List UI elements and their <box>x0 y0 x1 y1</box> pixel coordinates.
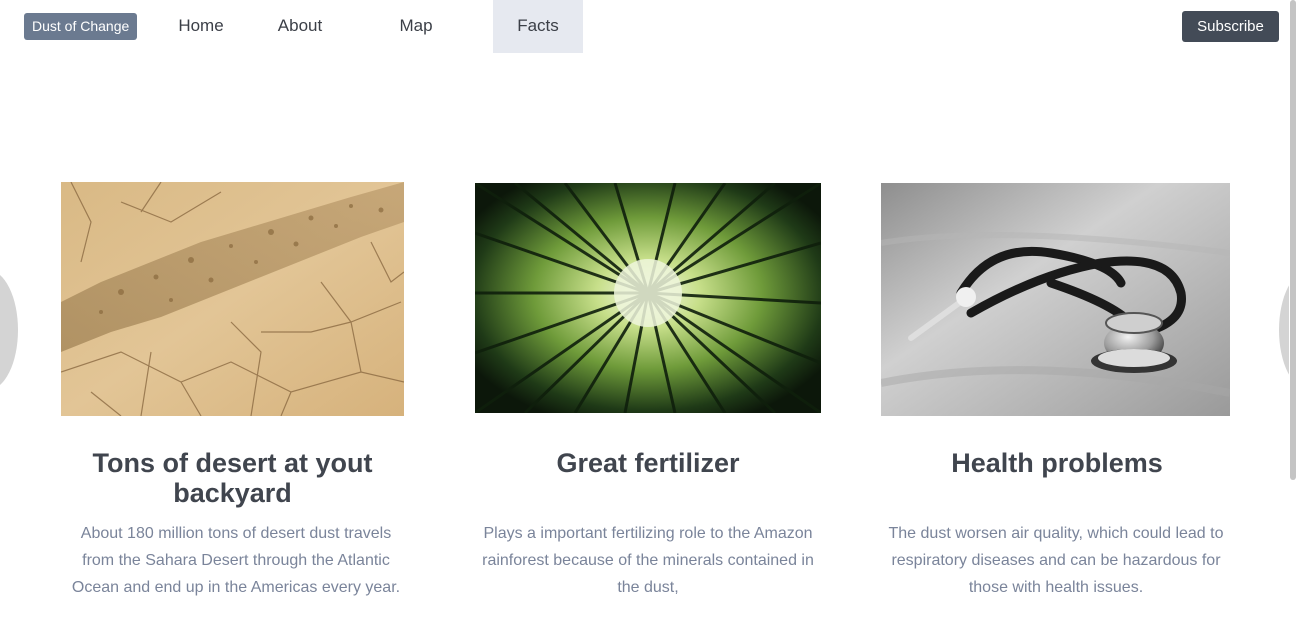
card-title: Great fertilizer <box>556 448 740 478</box>
nav-item-home[interactable]: Home <box>156 0 246 53</box>
subscribe-button[interactable]: Subscribe <box>1182 11 1279 42</box>
stethoscope-image <box>881 183 1230 416</box>
brand-logo[interactable]: Dust of Change <box>24 13 138 40</box>
card-description: Plays a important fertilizing role to th… <box>482 525 814 596</box>
navbar: Dust of Change Home About Map Facts Subs… <box>0 0 1297 53</box>
scrollbar[interactable] <box>1289 0 1297 630</box>
bamboo-forest-canopy-image <box>475 183 821 413</box>
carousel-prev-button[interactable] <box>0 270 18 390</box>
page: Dust of Change Home About Map Facts Subs… <box>0 0 1297 630</box>
scrollbar-thumb[interactable] <box>1290 0 1296 480</box>
card-description: About 180 million tons of desert dust tr… <box>71 525 401 596</box>
nav-item-facts[interactable]: Facts <box>493 0 583 53</box>
nav-item-map[interactable]: Map <box>371 0 461 53</box>
nav-item-about[interactable]: About <box>255 0 345 53</box>
card-title: Tons of desert at yout backyard <box>92 448 373 508</box>
card-title: Health problems <box>951 448 1163 478</box>
card-description: The dust worsen air quality, which could… <box>888 525 1224 596</box>
cracked-desert-ground-image <box>61 182 404 416</box>
